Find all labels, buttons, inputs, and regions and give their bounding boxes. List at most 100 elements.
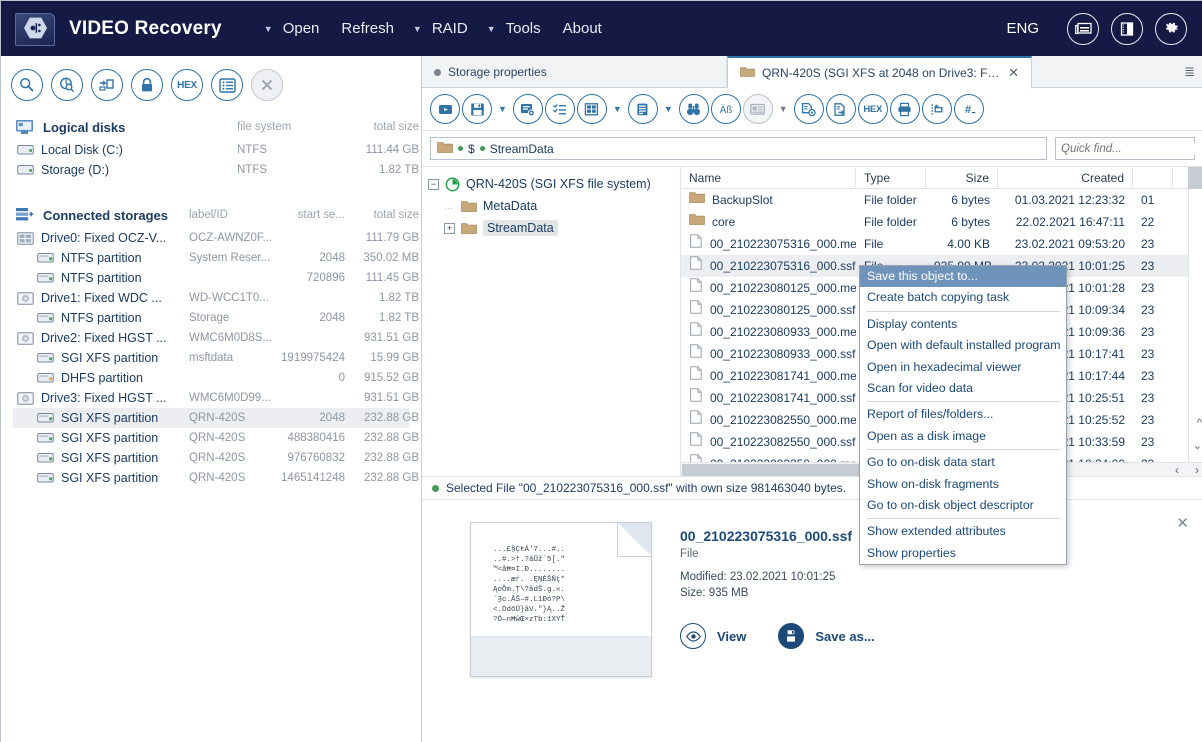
file-row[interactable]: 00_210223075316_000.met File 4.00 KB 23.02.… — [681, 233, 1202, 255]
file-list-scrollbar[interactable]: ^ ⌄ — [1188, 167, 1202, 463]
quick-find[interactable] — [1055, 137, 1202, 160]
save-as-button[interactable]: Save as... — [778, 623, 875, 649]
storage-row[interactable]: SGI XFS partition QRN-420S 1465141248 232.8… — [13, 468, 419, 488]
storage-row[interactable]: SGI XFS partition QRN-420S 2048 232.88 GB — [13, 408, 419, 428]
menu-item-about[interactable]: About — [552, 16, 613, 41]
scroll-down-icon[interactable]: ⌄ — [1193, 439, 1202, 452]
storage-row[interactable]: Drive1: Fixed WDC ... WD-WCC1T0... 1.82 TB — [13, 288, 419, 308]
storage-row[interactable]: Drive2: Fixed HGST ... WMC6M0D8S... 931.51… — [13, 328, 419, 348]
partition-icon — [35, 312, 55, 324]
save-options-icon[interactable] — [512, 94, 543, 124]
hscroll-right-icon[interactable]: › — [1195, 463, 1202, 477]
quick-find-input[interactable] — [1056, 142, 1202, 155]
copy-settings-icon[interactable] — [793, 94, 824, 124]
language-selector[interactable]: ENG — [1006, 20, 1039, 37]
grid-icon[interactable] — [576, 94, 607, 124]
storage-row[interactable]: Drive0: Fixed OCZ-V... OCZ-AWNZ0F... 111.7… — [13, 228, 419, 248]
context-menu[interactable]: Save this object to... Create batch copyi… — [859, 265, 1067, 566]
file-row[interactable]: core File folder 6 bytes 22.02.2021 16:47:1… — [681, 211, 1202, 233]
print-icon[interactable] — [889, 94, 920, 124]
hex-icon[interactable]: HEX — [171, 69, 203, 101]
storage-name: SGI XFS partition — [61, 471, 159, 485]
menu-item-tools[interactable]: Tools — [495, 16, 552, 41]
tab-storage-properties[interactable]: Storage properties — [422, 56, 727, 88]
tab-close-icon[interactable]: ✕ — [1008, 65, 1019, 81]
context-menu-item[interactable]: Report of files/folders... — [860, 404, 1066, 425]
menu-item-open[interactable]: Open — [272, 16, 331, 41]
storage-row[interactable]: Drive3: Fixed HGST ... WMC6M0D99... 931.51… — [13, 388, 419, 408]
col-header-created[interactable]: Created — [998, 167, 1133, 189]
play-icon[interactable] — [430, 94, 460, 124]
logical-disk-row[interactable]: Local Disk (C:) NTFS 111.44 GB — [13, 140, 419, 160]
card-view-icon[interactable] — [742, 94, 773, 124]
tab-qrn-420s[interactable]: QRN-420S (SGI XFS at 2048 on Drive3: Fix… — [727, 56, 1032, 89]
menu-item-refresh[interactable]: Refresh — [330, 16, 405, 41]
context-menu-item[interactable]: Open with default installed program — [860, 335, 1066, 356]
col-header-size[interactable]: Size — [926, 167, 998, 189]
menu-item-raid[interactable]: RAID — [421, 16, 479, 41]
save-icon[interactable] — [462, 94, 492, 124]
context-menu-item[interactable]: Open as a disk image — [860, 426, 1066, 447]
path-segment-root[interactable]: $ — [458, 142, 475, 156]
tab-list-icon[interactable]: ≣ — [1184, 64, 1195, 80]
copy-file-icon[interactable] — [825, 94, 856, 124]
context-menu-item[interactable]: Go to on-disk object descriptor — [860, 495, 1066, 516]
clone-icon[interactable] — [91, 69, 123, 101]
list-icon[interactable] — [211, 69, 243, 101]
scan-icon[interactable] — [11, 69, 43, 101]
chevron-down-icon-save[interactable]: ▼ — [494, 104, 511, 114]
storage-row[interactable]: NTFS partition Storage 2048 1.82 TB — [13, 308, 419, 328]
file-tree-node[interactable]: + StreamData — [428, 217, 680, 239]
connected-storages-header: Connected storages label/ID start se... … — [13, 202, 419, 228]
file-tree-node[interactable]: − QRN-420S (SGI XFS file system) — [428, 173, 680, 195]
logical-disk-row[interactable]: Storage (D:) NTFS 1.82 TB — [13, 160, 419, 180]
tree-expander[interactable]: + — [444, 222, 455, 234]
gear-icon[interactable] — [1155, 12, 1187, 45]
tree-expander[interactable]: − — [428, 178, 439, 190]
context-menu-item[interactable]: Show properties — [860, 543, 1066, 564]
lock-icon[interactable] — [131, 69, 163, 101]
panels-icon[interactable] — [1067, 12, 1099, 45]
col-header-name[interactable]: Name — [681, 167, 856, 189]
path-segment-streamdata[interactable]: StreamData — [479, 142, 554, 156]
disk-scan-icon[interactable] — [51, 69, 83, 101]
export-icon[interactable] — [921, 94, 952, 124]
file-extra: 23 — [1141, 391, 1155, 405]
hscroll-left-icon[interactable]: ‹ — [1175, 463, 1195, 477]
checklist-icon[interactable] — [544, 94, 575, 124]
chevron-down-icon-content[interactable]: ▼ — [660, 104, 677, 114]
storage-row[interactable]: SGI XFS partition QRN-420S 488380416 232.88… — [13, 428, 419, 448]
close-icon[interactable] — [251, 69, 283, 101]
contrast-icon[interactable] — [1111, 12, 1143, 45]
path-input[interactable]: $ StreamData — [430, 137, 1047, 160]
scroll-up-icon[interactable]: ^ — [1197, 417, 1202, 429]
hscrollbar-thumb[interactable] — [682, 463, 882, 476]
context-menu-item[interactable]: Create batch copying task — [860, 287, 1066, 308]
col-header-extra[interactable] — [1133, 167, 1173, 189]
binoculars-icon[interactable] — [678, 94, 709, 124]
content-icon[interactable] — [627, 94, 658, 124]
context-menu-item[interactable]: Save this object to... — [860, 266, 1066, 288]
context-menu-item[interactable]: Open in hexadecimal viewer — [860, 357, 1066, 378]
storage-row[interactable]: SGI XFS partition QRN-420S 976760832 232.88… — [13, 448, 419, 468]
col-header-type[interactable]: Type — [856, 167, 926, 189]
scrollbar-thumb[interactable] — [1188, 167, 1202, 189]
chevron-down-icon-cardview[interactable]: ▼ — [775, 104, 792, 114]
context-menu-item[interactable]: Display contents — [860, 314, 1066, 335]
hex-icon[interactable]: HEX — [857, 94, 888, 124]
storage-row[interactable]: SGI XFS partition msftdata 1919975424 15.99… — [13, 348, 419, 368]
storage-row[interactable]: DHFS partition 0 915.52 GB — [13, 368, 419, 388]
storage-row[interactable]: NTFS partition 720896 111.45 GB — [13, 268, 419, 288]
preview-close-icon[interactable]: ✕ — [1176, 514, 1189, 532]
file-tree-node[interactable]: … MetaData — [428, 195, 680, 217]
chevron-down-icon-grid[interactable]: ▼ — [609, 104, 626, 114]
view-button[interactable]: View — [680, 623, 746, 649]
storage-row[interactable]: NTFS partition System Reser... 2048 350.02 … — [13, 248, 419, 268]
context-menu-item[interactable]: Show on-disk fragments — [860, 474, 1066, 495]
context-menu-item[interactable]: Scan for video data — [860, 378, 1066, 399]
number-icon[interactable]: # — [953, 94, 984, 124]
charset-icon[interactable]: Äß — [710, 94, 741, 124]
context-menu-item[interactable]: Go to on-disk data start — [860, 452, 1066, 473]
file-row[interactable]: BackupSlot File folder 6 bytes 01.03.2021 1… — [681, 189, 1202, 211]
context-menu-item[interactable]: Show extended attributes — [860, 521, 1066, 542]
